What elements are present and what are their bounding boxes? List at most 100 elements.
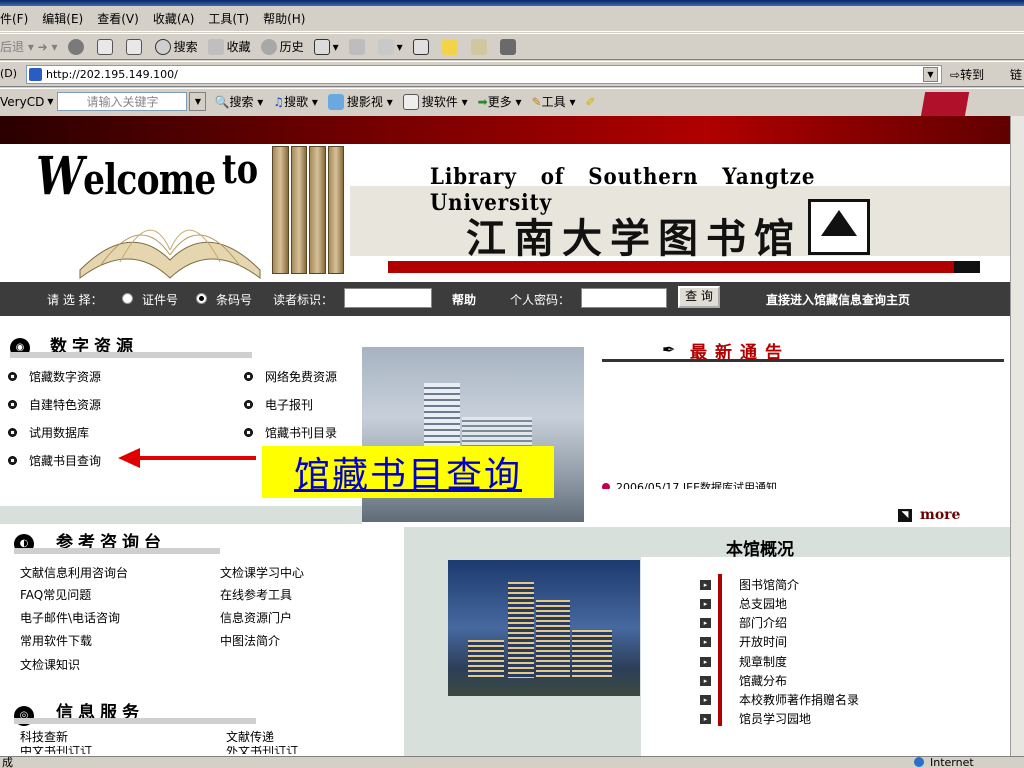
verycd-dropdown-button[interactable]: ▼ bbox=[189, 92, 207, 111]
url-text: http://202.195.149.100/ bbox=[46, 68, 178, 81]
verycd-tools-button[interactable]: ✎ 工具 ▾ bbox=[532, 93, 576, 110]
left-panel-footer bbox=[0, 506, 362, 524]
discuss-button[interactable] bbox=[412, 38, 432, 55]
list-item[interactable]: 自建特色资源 bbox=[8, 396, 101, 413]
list-item[interactable]: 文献信息利用咨询台 bbox=[20, 564, 128, 581]
radio-barcode[interactable] bbox=[196, 293, 207, 304]
status-bar: 成 Internet bbox=[0, 756, 1024, 768]
highlighter-button[interactable]: ✐ bbox=[585, 95, 595, 109]
list-item[interactable]: 中文书刊订订 bbox=[20, 746, 92, 754]
list-item[interactable]: 馆藏书刊目录 bbox=[244, 424, 337, 441]
list-item[interactable]: 外文书刊订订 bbox=[226, 746, 298, 754]
verycd-search-input[interactable]: 请输入关键字 bbox=[57, 92, 188, 111]
list-item[interactable]: ▸ 馆员学习园地 bbox=[700, 710, 811, 727]
url-input[interactable]: http://202.195.149.100/ ▼ bbox=[26, 65, 942, 84]
go-arrow-icon: ⇨ bbox=[950, 68, 961, 82]
direct-catalog-link[interactable]: 直接进入馆藏信息查询主页 bbox=[766, 291, 910, 308]
help-link[interactable]: 帮助 bbox=[452, 291, 476, 308]
list-item[interactable]: 馆藏书目查询 bbox=[8, 452, 101, 469]
search-button[interactable]: 搜索 bbox=[154, 38, 198, 55]
back-button[interactable]: 后退 ▾ ➜ ▾ bbox=[0, 38, 58, 55]
more-link[interactable]: ◥ more bbox=[898, 507, 960, 523]
chevron-down-icon[interactable]: ▼ bbox=[47, 97, 53, 106]
arrow-icon: ▸ bbox=[700, 675, 711, 686]
quill-icon: ✒ bbox=[662, 340, 676, 359]
radio-card-number[interactable] bbox=[122, 293, 133, 304]
list-item[interactable]: 科技查新 bbox=[20, 728, 68, 745]
list-item[interactable]: 电子邮件\电话咨询 bbox=[20, 609, 120, 626]
verycd-more-button[interactable]: ➡ 更多 ▾ bbox=[478, 93, 522, 110]
info-service-underline bbox=[14, 718, 256, 724]
campus-building-photo bbox=[448, 560, 640, 696]
history-button[interactable]: 历史 bbox=[260, 38, 304, 55]
list-item[interactable]: 网络免费资源 bbox=[244, 368, 337, 385]
verycd-software-button[interactable]: 搜软件 ▾ bbox=[402, 93, 468, 110]
list-item[interactable]: ▸ 馆藏分布 bbox=[700, 672, 787, 689]
list-item[interactable]: 馆藏数字资源 bbox=[8, 368, 101, 385]
refresh-button[interactable] bbox=[96, 38, 116, 55]
list-item[interactable]: 在线参考工具 bbox=[220, 586, 292, 603]
highlight-catalog-label[interactable]: 馆藏书目查询 bbox=[262, 446, 554, 498]
menu-favorites[interactable]: 收藏(A) bbox=[153, 10, 195, 27]
list-item[interactable]: 文检课知识 bbox=[20, 656, 80, 673]
stop-button[interactable] bbox=[67, 38, 87, 55]
password-input[interactable] bbox=[581, 288, 667, 308]
print-button[interactable] bbox=[348, 38, 368, 55]
news-item[interactable]: 2006/05/17 IEE数据库试用通知 bbox=[602, 479, 1002, 489]
password-label: 个人密码： bbox=[510, 293, 571, 307]
list-item[interactable]: 中图法简介 bbox=[220, 632, 280, 649]
list-item[interactable]: 文献传递 bbox=[226, 728, 274, 745]
list-item[interactable]: 试用数据库 bbox=[8, 424, 89, 441]
arrow-left-icon bbox=[118, 448, 140, 468]
list-item[interactable]: ▸ 总支园地 bbox=[700, 595, 787, 612]
url-dropdown-button[interactable]: ▼ bbox=[923, 67, 938, 82]
go-button[interactable]: ⇨转到 bbox=[950, 66, 984, 83]
menu-file[interactable]: 件(F) bbox=[0, 10, 28, 27]
favorites-button[interactable]: 收藏 bbox=[207, 38, 251, 55]
menu-help[interactable]: 帮助(H) bbox=[263, 10, 305, 27]
messenger-button[interactable] bbox=[441, 38, 461, 55]
list-item[interactable]: FAQ常见问题 bbox=[20, 586, 91, 603]
arrow-icon: ▸ bbox=[700, 617, 711, 628]
menu-view[interactable]: 查看(V) bbox=[97, 10, 139, 27]
list-item[interactable]: ▸ 图书馆简介 bbox=[700, 576, 799, 593]
edit-button[interactable]: ▾ bbox=[377, 38, 403, 55]
verycd-label: VeryCD bbox=[0, 94, 45, 109]
verycd-video-button[interactable]: 搜影视 ▾ bbox=[327, 93, 393, 110]
verycd-search-button[interactable]: 🔍 搜索 ▾ bbox=[214, 93, 263, 110]
digital-resources-underline bbox=[10, 352, 252, 358]
reader-id-input[interactable] bbox=[344, 288, 432, 308]
stop-icon bbox=[67, 38, 84, 55]
reference-desk-underline bbox=[14, 548, 220, 554]
standard-toolbar: 后退 ▾ ➜ ▾ 搜索 收藏 历史 ▾ ▾ bbox=[0, 33, 1024, 60]
radio-card-number-label: 证件号 bbox=[142, 293, 179, 307]
query-button[interactable]: 查 询 bbox=[678, 286, 720, 308]
tools-icon: ✎ bbox=[531, 94, 542, 109]
list-item[interactable]: ▸ 规章制度 bbox=[700, 653, 787, 670]
menu-tools[interactable]: 工具(T) bbox=[208, 10, 249, 27]
research-icon bbox=[470, 38, 487, 55]
highlighter-icon: ✐ bbox=[585, 94, 596, 109]
verycd-music-button[interactable]: ♫ 搜歌 ▾ bbox=[273, 93, 318, 110]
ie-page-icon bbox=[29, 68, 42, 81]
list-item[interactable]: ▸ 本校教师著作捐赠名录 bbox=[700, 691, 859, 708]
list-item[interactable]: 信息资源门户 bbox=[220, 609, 292, 626]
list-item[interactable]: 文检课学习中心 bbox=[220, 564, 304, 581]
links-button[interactable]: 链 bbox=[1010, 66, 1022, 83]
arrow-icon: ▸ bbox=[700, 713, 711, 724]
search-icon bbox=[154, 38, 171, 55]
list-item[interactable]: ▸ 部门介绍 bbox=[700, 614, 787, 631]
list-item[interactable]: 常用软件下载 bbox=[20, 632, 92, 649]
mail-button[interactable]: ▾ bbox=[313, 38, 339, 55]
choose-label: 请 选 择： bbox=[47, 293, 103, 307]
bullet-icon bbox=[244, 428, 253, 437]
research-button[interactable] bbox=[470, 38, 490, 55]
home-button[interactable] bbox=[125, 38, 145, 55]
list-item[interactable]: ▸ 开放时间 bbox=[700, 633, 787, 650]
menu-edit[interactable]: 编辑(E) bbox=[42, 10, 83, 27]
vertical-scrollbar[interactable] bbox=[1010, 116, 1024, 756]
arrow-icon: ▸ bbox=[700, 579, 711, 590]
list-item[interactable]: 电子报刊 bbox=[244, 396, 313, 413]
arrow-icon: ▸ bbox=[700, 694, 711, 705]
media-button[interactable] bbox=[499, 38, 519, 55]
